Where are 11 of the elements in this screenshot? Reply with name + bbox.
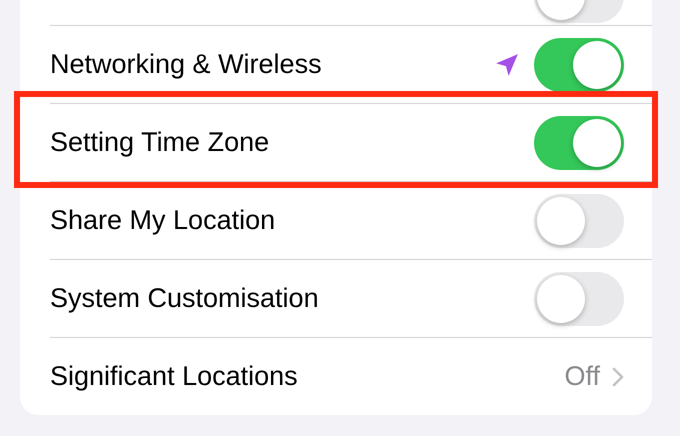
- row-label[interactable]: System Customisation: [50, 278, 319, 319]
- row-label[interactable]: Share My Location: [50, 200, 276, 241]
- toggle-switch[interactable]: [534, 272, 624, 326]
- value-text: Off: [564, 360, 600, 394]
- toggle-switch[interactable]: [534, 194, 624, 248]
- row-label[interactable]: Significant Locations: [50, 356, 298, 397]
- chevron-icon: [612, 366, 624, 386]
- toggle-switch[interactable]: [534, 116, 624, 170]
- row-label[interactable]: Networking & Wireless: [50, 44, 322, 85]
- toggle-switch[interactable]: [534, 38, 624, 92]
- row-label[interactable]: Setting Time Zone: [50, 122, 270, 163]
